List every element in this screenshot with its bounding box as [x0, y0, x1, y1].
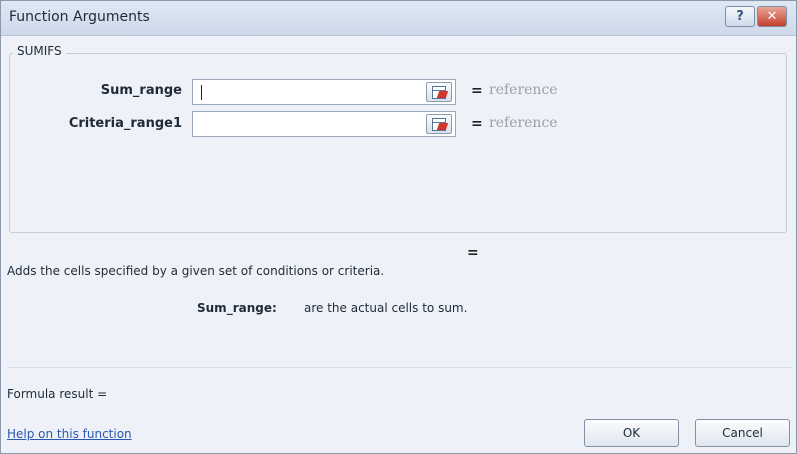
- formula-result: Formula result =: [7, 387, 108, 401]
- help-icon: ?: [736, 9, 744, 24]
- sum-range-equals: =: [471, 83, 483, 99]
- close-icon: ✕: [766, 9, 778, 24]
- divider: [7, 367, 793, 368]
- help-button[interactable]: ?: [725, 6, 755, 27]
- sum-range-collapse-button[interactable]: [426, 82, 452, 102]
- text-cursor: [201, 85, 202, 100]
- criteria-range1-equals: =: [471, 116, 483, 132]
- sum-range-label: Sum_range: [100, 83, 182, 98]
- function-result-equals: =: [467, 245, 479, 261]
- function-arguments-dialog: Function Arguments ? ✕ SUMIFS Sum_range …: [0, 0, 797, 454]
- function-description: Adds the cells specified by a given set …: [7, 264, 385, 278]
- help-on-function-link[interactable]: Help on this function: [7, 427, 132, 441]
- argument-help-label: Sum_range:: [197, 301, 277, 315]
- criteria-range1-collapse-button[interactable]: [426, 114, 452, 134]
- title-bar[interactable]: Function Arguments ? ✕: [1, 1, 796, 36]
- close-button[interactable]: ✕: [757, 6, 787, 27]
- sum-range-result: reference: [489, 82, 558, 98]
- criteria-range1-label: Criteria_range1: [68, 116, 182, 131]
- argument-help-text: are the actual cells to sum.: [304, 301, 468, 315]
- cancel-button[interactable]: Cancel: [695, 419, 790, 447]
- criteria-range1-result: reference: [489, 115, 558, 131]
- dialog-title: Function Arguments: [9, 9, 150, 25]
- function-name: SUMIFS: [13, 44, 66, 58]
- criteria-range1-input[interactable]: [192, 111, 456, 137]
- sum-range-input[interactable]: [192, 79, 456, 105]
- ok-button[interactable]: OK: [584, 419, 679, 447]
